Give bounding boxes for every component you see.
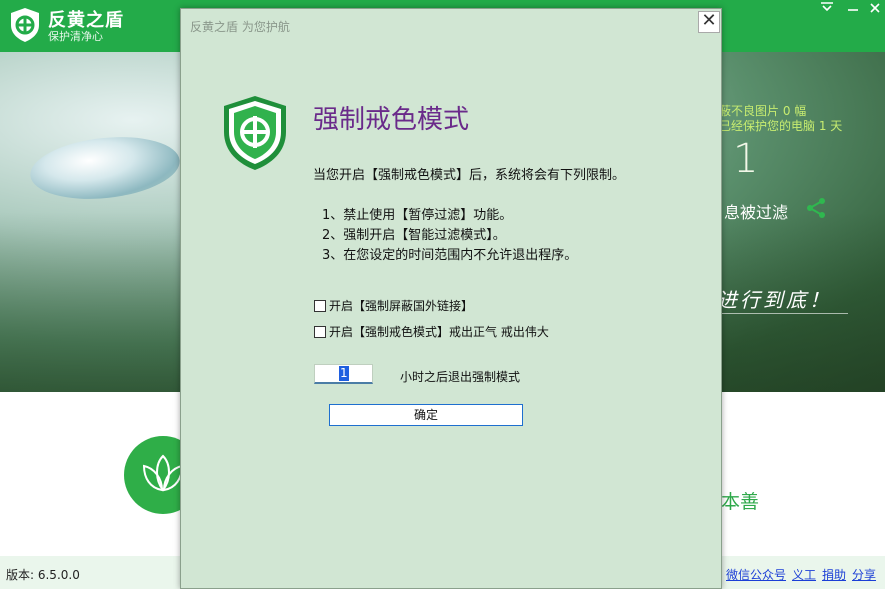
hours-input[interactable]: 1	[314, 364, 373, 384]
minimize-icon[interactable]	[842, 1, 864, 17]
dialog-close-button[interactable]: ✕	[698, 11, 720, 33]
dialog-heading: 强制戒色模式	[313, 105, 470, 135]
filtered-label: 息被过滤	[724, 203, 789, 222]
share-link[interactable]: 分享	[852, 566, 876, 583]
shield-icon	[224, 96, 286, 170]
wechat-link[interactable]: 微信公众号	[726, 566, 786, 583]
forced-mode-option[interactable]: 开启【强制戒色模式】戒出正气 戒出伟大	[314, 323, 549, 340]
goodness-text: 本善	[721, 491, 760, 513]
hours-value: 1	[339, 366, 349, 381]
rule-item: 2、强制开启【智能过滤模式】。	[322, 228, 506, 243]
app-slogan: 保护清净心	[48, 30, 103, 43]
share-icon[interactable]	[805, 197, 827, 219]
hours-label: 小时之后退出强制模式	[400, 370, 521, 384]
version-label: 版本: 6.5.0.0	[6, 568, 80, 582]
intro-text: 当您开启【强制戒色模式】后，系统将会有下列限制。	[313, 168, 626, 183]
rule-item: 3、在您设定的时间范围内不允许退出程序。	[322, 248, 578, 263]
block-foreign-links-checkbox[interactable]	[314, 300, 326, 312]
protected-days-stat: 已经保护您的电脑 1 天	[719, 119, 843, 133]
shield-logo-icon	[11, 8, 39, 42]
confirm-button[interactable]: 确定	[329, 404, 523, 426]
volunteer-link[interactable]: 义工	[792, 566, 816, 583]
motto-underline	[718, 313, 848, 314]
block-foreign-links-label: 开启【强制屏蔽国外链接】	[329, 299, 474, 313]
forced-abstinence-dialog: 反黄之盾 为您护航 ✕ 强制戒色模式 当您开启【强制戒色模式】后，系统将会有下列…	[180, 8, 722, 589]
donate-link[interactable]: 捐助	[822, 566, 846, 583]
motto-text: 进行到底！	[717, 288, 832, 312]
rule-item: 1、禁止使用【暂停过滤】功能。	[322, 208, 513, 223]
forced-mode-label: 开启【强制戒色模式】戒出正气 戒出伟大	[329, 325, 549, 339]
block-foreign-links-option[interactable]: 开启【强制屏蔽国外链接】	[314, 297, 473, 314]
water-droplet-image	[27, 130, 183, 206]
close-icon[interactable]	[866, 1, 884, 17]
dialog-title: 反黄之盾 为您护航	[190, 20, 290, 34]
menu-icon[interactable]	[816, 1, 838, 17]
forced-mode-checkbox[interactable]	[314, 326, 326, 338]
filtered-count: 1	[733, 136, 759, 182]
